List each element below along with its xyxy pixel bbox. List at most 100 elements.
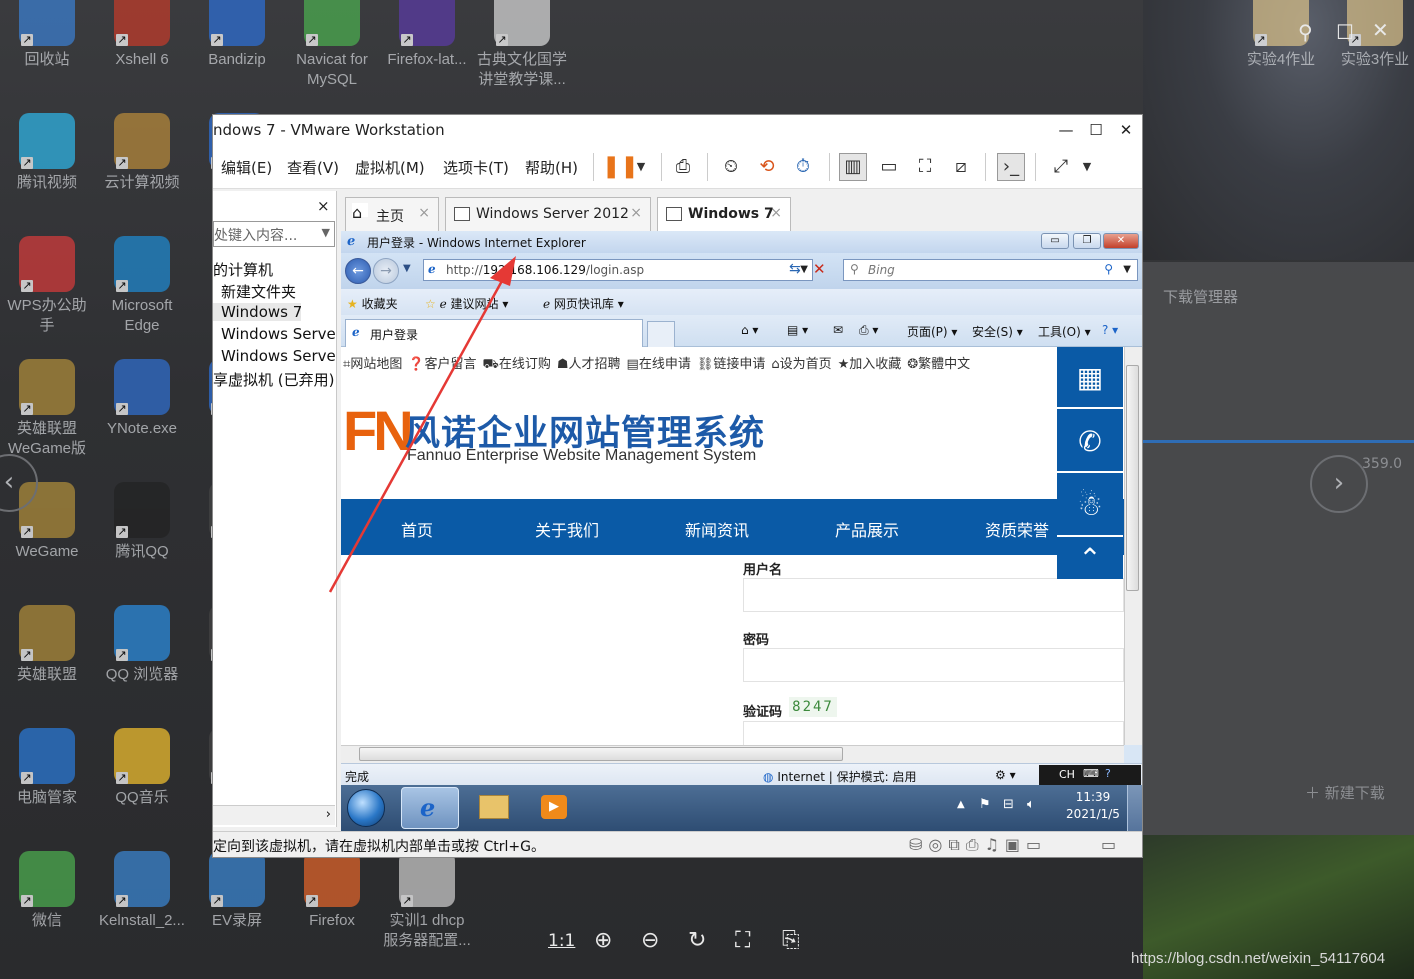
help-icon[interactable]: ? ▾ (1102, 323, 1118, 337)
username-input[interactable] (743, 578, 1124, 612)
web-slice-gallery-button[interactable]: ℯ 网页快讯库 ▾ (543, 295, 624, 312)
close-icon[interactable]: ✕ (1111, 121, 1141, 139)
desktop-icon[interactable]: WPS办公助手 (2, 236, 92, 336)
scrollbar-thumb[interactable] (359, 747, 843, 761)
desktop-icon[interactable]: Firefox (287, 851, 377, 931)
address-bar[interactable]: ℯ http://192.168.106.129/login.asp ▼ (423, 259, 813, 281)
zoom-out-icon[interactable]: ⊖ (641, 928, 659, 953)
desktop-icon[interactable]: 回收站 (2, 0, 92, 70)
library-item-windows-server-1[interactable]: Windows Server (213, 325, 335, 343)
show-desktop-button[interactable] (1127, 785, 1142, 831)
refresh-icon[interactable]: ⇆ (789, 261, 801, 277)
nav-home[interactable]: 首页 (401, 517, 433, 541)
maximize-icon[interactable]: ☐ (1336, 20, 1354, 44)
desktop-icon[interactable]: 电脑管家 (2, 728, 92, 808)
library-item-new-folder[interactable]: 新建文件夹 (213, 281, 335, 302)
stop-icon[interactable]: ✕ (813, 260, 826, 278)
library-toggle-icon[interactable]: ▥ (839, 153, 867, 181)
tools-menu[interactable]: 工具(O) ▾ (1038, 323, 1091, 340)
desktop-icon[interactable]: EV录屏 (192, 851, 282, 931)
mail-icon[interactable]: ✉ (833, 323, 843, 337)
next-image-button[interactable]: › (1310, 455, 1368, 513)
desktop-icon[interactable]: 云计算视频 (97, 113, 187, 193)
captcha-input[interactable] (743, 721, 1124, 745)
new-tab-button[interactable] (647, 321, 675, 347)
actual-size-button[interactable]: 1:1 (548, 931, 575, 951)
flag-icon[interactable]: ⚑ (979, 797, 991, 812)
top-link[interactable]: ★加入收藏 (838, 357, 902, 372)
library-item-windows-7[interactable]: Windows 7 (213, 303, 301, 321)
unity-icon[interactable]: ⧄ (947, 153, 975, 181)
desktop-icon[interactable]: YNote.exe (97, 359, 187, 439)
top-link[interactable]: ▤在线申请 (627, 357, 691, 372)
page-menu[interactable]: 页面(P) ▾ (907, 323, 957, 340)
library-item-windows-server-2[interactable]: Windows Server (213, 347, 335, 365)
minimize-icon[interactable]: ▭ (1041, 233, 1069, 249)
snapshot-icon[interactable]: ⏲ (717, 153, 745, 181)
top-link[interactable]: ❂繁體中文 (907, 357, 970, 372)
zoom-in-icon[interactable]: ⊕ (594, 928, 612, 953)
volume-icon[interactable]: 🔈︎ (1027, 797, 1035, 812)
suggested-sites-button[interactable]: ☆ ℯ 建议网站 ▾ (425, 295, 508, 312)
feeds-icon[interactable]: ▤ ▾ (787, 323, 808, 337)
taskbar-ie[interactable]: ℯ (401, 787, 459, 829)
tray-expand-icon[interactable]: ▲ (957, 799, 965, 810)
top-link[interactable]: ⌂设为首页 (771, 357, 831, 372)
taskbar-explorer[interactable] (465, 787, 523, 829)
close-icon[interactable]: ✕ (1103, 233, 1139, 249)
desktop-icon[interactable]: Firefox-lat... (382, 0, 472, 70)
chevron-down-icon[interactable]: ▼ (403, 263, 411, 274)
restore-icon[interactable]: ❐ (1073, 233, 1101, 249)
guest-screen[interactable]: ℯ 用户登录 - Windows Internet Explorer ▭ ❐ ✕… (341, 231, 1142, 831)
desktop-icon[interactable]: Xshell 6 (97, 0, 187, 70)
home-icon[interactable]: ⌂ ▾ (741, 323, 758, 337)
minimize-icon[interactable]: — (1051, 121, 1081, 139)
tab-windows-7[interactable]: Windows 7 × (657, 197, 791, 231)
snapshot-manager-icon[interactable]: ⏱ (789, 153, 817, 181)
thumbnail-bar-icon[interactable]: ▭ (875, 153, 903, 181)
desktop-icon[interactable]: 英雄联盟WeGame版 (2, 359, 92, 459)
desktop-icon[interactable]: Kelnstall_2... (97, 851, 187, 931)
send-ctrl-alt-del-icon[interactable]: ⎙ (669, 153, 697, 181)
pin-icon[interactable]: ⚲ (1298, 20, 1313, 44)
print-icon[interactable]: ⎙ ▾ (859, 323, 878, 338)
language-bar[interactable]: CH ⌨ ? (1039, 765, 1141, 785)
pause-icon[interactable]: ❚❚ (601, 153, 639, 181)
library-search-input[interactable]: 处键入内容... ▼ (213, 221, 335, 247)
library-item-my-computer[interactable]: 的计算机 (213, 259, 335, 280)
tab-windows-server-2012[interactable]: Windows Server 2012 × (445, 197, 651, 231)
help-icon[interactable]: ? (1105, 767, 1111, 780)
desktop-icon[interactable]: 腾讯视频 (2, 113, 92, 193)
top-link[interactable]: ⛓链接申请 (697, 357, 766, 372)
zoom-icon[interactable]: ⚙ ▾ (995, 768, 1016, 782)
desktop-icon[interactable]: 古典文化国学讲堂教学课... (477, 0, 567, 90)
nav-about[interactable]: 关于我们 (535, 517, 599, 541)
desktop-icon[interactable]: Navicat for MySQL (287, 0, 377, 90)
clock[interactable]: 11:39 2021/1/5 (1063, 789, 1123, 823)
favorites-button[interactable]: ★ 收藏夹 (347, 295, 398, 312)
revert-snapshot-icon[interactable]: ⟲ (753, 153, 781, 181)
desktop-icon[interactable]: QQ音乐 (97, 728, 187, 808)
menu-edit[interactable]: 编辑(E) (221, 157, 272, 178)
top-link[interactable]: ⌗网站地图 (343, 357, 402, 372)
chevron-down-icon[interactable]: ▼ (800, 264, 808, 275)
top-link[interactable]: ⛟在线订购 (483, 357, 551, 372)
password-input[interactable] (743, 648, 1124, 682)
safety-menu[interactable]: 安全(S) ▾ (972, 323, 1023, 340)
taskbar-media-player[interactable]: ▶ (525, 787, 583, 829)
message-icon[interactable]: ▭ (1101, 835, 1116, 854)
close-icon[interactable]: × (770, 205, 782, 221)
menu-help[interactable]: 帮助(H) (525, 157, 578, 178)
search-input[interactable]: ⚲ Bing ⚲ ▼ (843, 259, 1138, 281)
desktop-icon[interactable]: 英雄联盟 (2, 605, 92, 685)
menu-view[interactable]: 查看(V) (287, 157, 339, 178)
network-icon[interactable]: ⊟ (1003, 797, 1014, 812)
nav-honors[interactable]: 资质荣誉 (985, 517, 1049, 541)
desktop-icon[interactable]: 实训1 dhcp服务器配置... (382, 851, 472, 951)
device-icons[interactable]: ⛁◎⧉⎙♫▣▭ (909, 835, 1047, 855)
maximize-icon[interactable]: ☐ (1081, 121, 1111, 139)
start-button[interactable] (347, 789, 385, 827)
back-icon[interactable]: ← (345, 258, 371, 284)
desktop-icon[interactable]: Bandizip (192, 0, 282, 70)
nav-news[interactable]: 新闻资讯 (685, 517, 749, 541)
